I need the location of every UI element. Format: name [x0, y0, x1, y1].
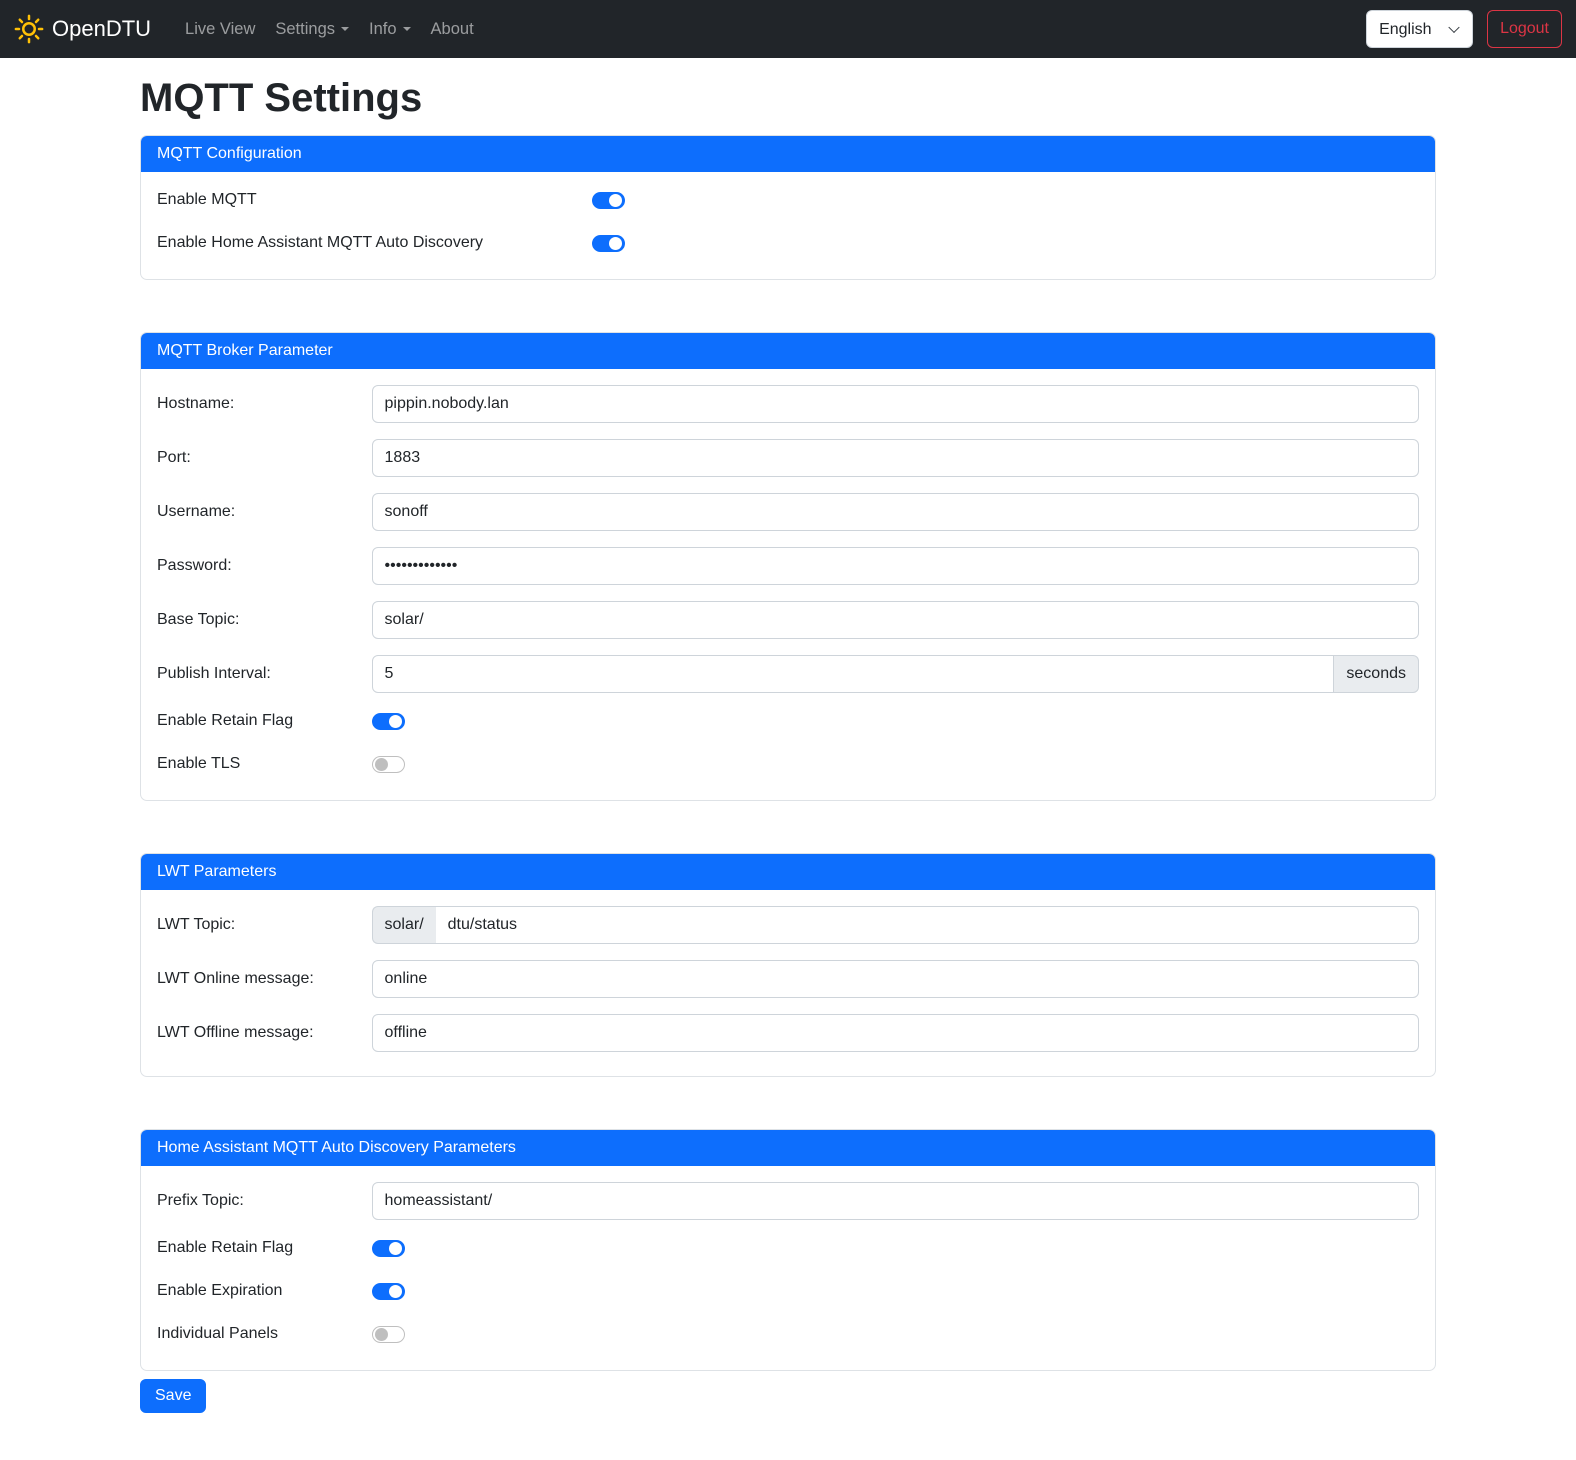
form-row-username: Username:: [157, 493, 1419, 531]
nav-item-settings-label: Settings: [275, 20, 335, 39]
enable-ha-discovery-toggle[interactable]: [592, 235, 625, 252]
form-row-lwt-topic: LWT Topic: solar/: [157, 906, 1419, 944]
port-input[interactable]: [372, 439, 1419, 477]
field-label: LWT Online message:: [157, 970, 372, 988]
navbar: OpenDTU Live View Settings Info About En…: [0, 0, 1576, 58]
individual-panels-toggle[interactable]: [372, 1326, 405, 1343]
card-header: LWT Parameters: [141, 854, 1435, 890]
field-label: LWT Topic:: [157, 916, 372, 934]
caret-down-icon: [341, 27, 349, 31]
username-input[interactable]: [372, 493, 1419, 531]
form-row-hostname: Hostname:: [157, 385, 1419, 423]
field-label: Enable Expiration: [157, 1282, 372, 1300]
form-row-port: Port:: [157, 439, 1419, 477]
form-row-enable-tls: Enable TLS: [157, 752, 1419, 776]
seconds-unit-addon: seconds: [1334, 655, 1419, 693]
language-select-wrap: English: [1366, 10, 1473, 48]
toggle-knob: [375, 758, 388, 771]
form-row-ha-retain: Enable Retain Flag: [157, 1236, 1419, 1260]
ha-expiration-toggle[interactable]: [372, 1283, 405, 1300]
nav-item-live-view[interactable]: Live View: [175, 12, 265, 47]
field-label: Base Topic:: [157, 611, 372, 629]
prefix-topic-input[interactable]: [372, 1182, 1419, 1220]
save-button[interactable]: Save: [140, 1379, 206, 1413]
field-label: Individual Panels: [157, 1325, 372, 1343]
main-container: MQTT Settings MQTT Configuration Enable …: [128, 76, 1448, 1413]
form-row-publish-interval: Publish Interval: seconds: [157, 655, 1419, 693]
card-ha-discovery-parameters: Home Assistant MQTT Auto Discovery Param…: [140, 1129, 1436, 1371]
enable-mqtt-toggle[interactable]: [592, 192, 625, 209]
card-mqtt-configuration: MQTT Configuration Enable MQTT Enable Ho…: [140, 135, 1436, 280]
base-topic-input[interactable]: [372, 601, 1419, 639]
lwt-topic-input[interactable]: [436, 906, 1419, 944]
enable-retain-toggle[interactable]: [372, 713, 405, 730]
navbar-right: English Logout: [1366, 10, 1562, 48]
toggle-knob: [375, 1328, 388, 1341]
nav-item-info[interactable]: Info: [359, 12, 421, 47]
card-lwt-parameters: LWT Parameters LWT Topic: solar/ LWT Onl…: [140, 853, 1436, 1077]
page-title: MQTT Settings: [140, 76, 1436, 121]
toggle-knob: [609, 237, 622, 250]
field-label: Enable TLS: [157, 755, 372, 773]
toggle-knob: [389, 715, 402, 728]
field-label: Enable Home Assistant MQTT Auto Discover…: [157, 234, 592, 252]
field-label: LWT Offline message:: [157, 1024, 372, 1042]
field-label: Hostname:: [157, 395, 372, 413]
password-input[interactable]: [372, 547, 1419, 585]
form-row-prefix-topic: Prefix Topic:: [157, 1182, 1419, 1220]
field-label: Enable Retain Flag: [157, 1239, 372, 1257]
form-row-enable-retain: Enable Retain Flag: [157, 709, 1419, 733]
field-label: Port:: [157, 449, 372, 467]
language-select[interactable]: English: [1366, 10, 1473, 48]
hostname-input[interactable]: [372, 385, 1419, 423]
card-mqtt-broker: MQTT Broker Parameter Hostname: Port: Us…: [140, 332, 1436, 801]
form-row-ha-expiration: Enable Expiration: [157, 1279, 1419, 1303]
lwt-offline-input[interactable]: [372, 1014, 1419, 1052]
form-row-individual-panels: Individual Panels: [157, 1322, 1419, 1346]
card-body: Prefix Topic: Enable Retain Flag Enable …: [141, 1166, 1435, 1370]
nav-item-settings[interactable]: Settings: [265, 12, 359, 47]
sun-logo-icon: [14, 14, 44, 44]
card-header: Home Assistant MQTT Auto Discovery Param…: [141, 1130, 1435, 1166]
field-label: Publish Interval:: [157, 665, 372, 683]
brand-text: OpenDTU: [52, 16, 151, 42]
form-row-enable-mqtt: Enable MQTT: [157, 188, 1419, 212]
form-row-password: Password:: [157, 547, 1419, 585]
form-row-base-topic: Base Topic:: [157, 601, 1419, 639]
lwt-topic-prefix-addon: solar/: [372, 906, 436, 944]
nav-item-info-label: Info: [369, 20, 397, 39]
field-label: Prefix Topic:: [157, 1192, 372, 1210]
logout-button[interactable]: Logout: [1487, 10, 1562, 48]
ha-retain-toggle[interactable]: [372, 1240, 405, 1257]
card-header: MQTT Configuration: [141, 136, 1435, 172]
card-body: Enable MQTT Enable Home Assistant MQTT A…: [141, 172, 1435, 279]
lwt-online-input[interactable]: [372, 960, 1419, 998]
nav-item-about[interactable]: About: [421, 12, 484, 47]
form-row-lwt-offline: LWT Offline message:: [157, 1014, 1419, 1052]
toggle-knob: [389, 1285, 402, 1298]
navbar-left: OpenDTU Live View Settings Info About: [14, 12, 484, 47]
brand-link[interactable]: OpenDTU: [14, 14, 151, 44]
card-header: MQTT Broker Parameter: [141, 333, 1435, 369]
publish-interval-input[interactable]: [372, 655, 1335, 693]
field-label: Enable Retain Flag: [157, 712, 372, 730]
form-row-lwt-online: LWT Online message:: [157, 960, 1419, 998]
form-row-enable-ha-discovery: Enable Home Assistant MQTT Auto Discover…: [157, 231, 1419, 255]
toggle-knob: [389, 1242, 402, 1255]
enable-tls-toggle[interactable]: [372, 756, 405, 773]
field-label: Enable MQTT: [157, 191, 592, 209]
caret-down-icon: [403, 27, 411, 31]
field-label: Username:: [157, 503, 372, 521]
card-body: Hostname: Port: Username: Password: Base…: [141, 369, 1435, 800]
field-label: Password:: [157, 557, 372, 575]
toggle-knob: [609, 194, 622, 207]
card-body: LWT Topic: solar/ LWT Online message: LW…: [141, 890, 1435, 1076]
